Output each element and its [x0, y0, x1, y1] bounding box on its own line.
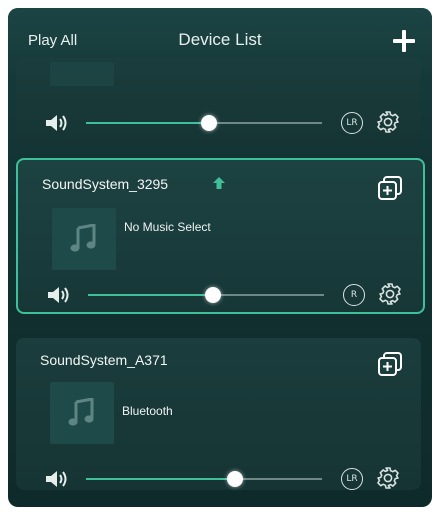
group-add-icon[interactable] [376, 174, 404, 202]
channel-badge[interactable]: LR [341, 112, 363, 134]
volume-row: R [18, 282, 423, 308]
plus-icon[interactable] [393, 30, 415, 52]
volume-slider-thumb[interactable] [205, 287, 221, 303]
master-arrow-icon [213, 177, 225, 189]
volume-slider[interactable] [86, 115, 322, 131]
group-add-icon[interactable] [376, 350, 404, 378]
device-name: SoundSystem_A371 [40, 352, 168, 368]
speaker-icon[interactable] [46, 284, 72, 306]
channel-badge[interactable]: LR [341, 468, 363, 490]
now-playing-label: No Music Select [124, 220, 211, 234]
volume-row: LR [16, 466, 421, 492]
device-name: SoundSystem_3295 [42, 176, 169, 192]
album-art [52, 208, 116, 270]
volume-slider-fill [88, 294, 213, 296]
music-note-icon [70, 224, 96, 252]
now-playing-label: Bluetooth [122, 404, 173, 418]
volume-slider-thumb[interactable] [227, 471, 243, 487]
gear-icon[interactable] [378, 282, 402, 306]
speaker-icon[interactable] [44, 112, 70, 134]
channel-badge[interactable]: R [343, 284, 365, 306]
speaker-icon[interactable] [44, 468, 70, 490]
volume-slider-fill [86, 478, 235, 480]
page-title: Device List [178, 30, 262, 49]
device-card[interactable]: SoundSystem_A371 Bluetooth LR [16, 338, 421, 490]
gear-icon[interactable] [376, 110, 400, 134]
volume-slider[interactable] [86, 471, 322, 487]
album-art [50, 382, 114, 444]
volume-slider-thumb[interactable] [201, 115, 217, 131]
device-card[interactable]: LR [16, 58, 421, 145]
music-note-icon [68, 398, 94, 426]
volume-slider[interactable] [88, 287, 324, 303]
album-art [50, 62, 114, 86]
gear-icon[interactable] [376, 466, 400, 490]
device-card-selected[interactable]: SoundSystem_3295 No Music Select R [16, 158, 425, 314]
volume-row: LR [16, 110, 421, 136]
volume-slider-fill [86, 122, 209, 124]
device-list-screen: Play All Device List LR SoundSystem_3295 [8, 8, 432, 507]
